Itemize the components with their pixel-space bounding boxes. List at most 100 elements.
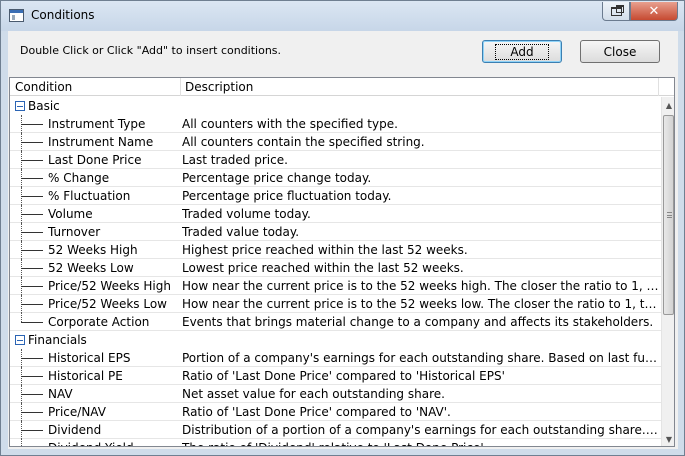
condition-name: Last Done Price: [48, 153, 142, 167]
condition-row[interactable]: % Change Percentage price change today.: [10, 169, 661, 187]
tree-branch: [21, 196, 43, 197]
scroll-up-arrow-icon[interactable]: ▲: [662, 97, 674, 113]
condition-name: Instrument Name: [48, 135, 154, 149]
condition-description: All counters contain the specified strin…: [182, 135, 425, 149]
condition-description: Distribution of a portion of a company's…: [182, 423, 660, 437]
tree-branch: [21, 214, 43, 215]
column-separator-end: [658, 78, 659, 96]
condition-description: How near the current price is to the 52 …: [182, 297, 660, 311]
condition-row[interactable]: Instrument Name All counters contain the …: [10, 133, 661, 151]
condition-description: Ratio of 'Last Done Price' compared to '…: [182, 369, 505, 383]
condition-row[interactable]: Price/NAV Ratio of 'Last Done Price' comp…: [10, 403, 661, 421]
tree-branch: [21, 412, 43, 413]
tree-branch: [21, 286, 43, 287]
column-separator[interactable]: [180, 78, 181, 96]
list-header: Condition Description: [10, 78, 674, 96]
condition-name: 52 Weeks Low: [48, 261, 134, 275]
condition-row[interactable]: 52 Weeks High Highest price reached withi…: [10, 241, 661, 259]
condition-description: Ratio of 'Last Done Price' compared to '…: [182, 405, 451, 419]
condition-description: Events that brings material change to a …: [182, 315, 654, 329]
condition-name: Price/52 Weeks High: [48, 279, 171, 293]
add-button-label: Add: [495, 43, 549, 60]
title-bar: Conditions ✕: [1, 1, 684, 31]
tree-branch: [21, 250, 43, 251]
conditions-window: Conditions ✕ Double Click or Click "Add"…: [0, 0, 685, 456]
close-icon: ✕: [648, 3, 660, 19]
tree-branch: [21, 394, 43, 395]
tree-branch: [21, 142, 43, 143]
condition-name: Turnover: [48, 225, 101, 239]
condition-name: Price/NAV: [48, 405, 106, 419]
condition-description: Highest price reached within the last 52…: [182, 243, 468, 257]
condition-description: Portion of a company's earnings for each…: [182, 351, 660, 365]
condition-description: Percentage price fluctuation today.: [182, 189, 392, 203]
dialog-client-area: Double Click or Click "Add" to insert co…: [8, 31, 678, 449]
close-button[interactable]: Close: [580, 40, 660, 63]
condition-name: Price/52 Weeks Low: [48, 297, 167, 311]
tree-branch: [21, 304, 43, 305]
tree-branch: [21, 178, 43, 179]
condition-description: Traded volume today.: [182, 207, 311, 221]
condition-name: Volume: [48, 207, 93, 221]
condition-description: Last traded price.: [182, 153, 288, 167]
tree-group-basic[interactable]: Basic: [10, 97, 661, 115]
tree-line: [21, 439, 22, 446]
condition-row[interactable]: Price/52 Weeks High How near the current …: [10, 277, 661, 295]
tree-line: [21, 313, 22, 322]
add-button[interactable]: Add: [482, 40, 562, 63]
condition-row[interactable]: 52 Weeks Low Lowest price reached within …: [10, 259, 661, 277]
condition-name: Corporate Action: [48, 315, 150, 329]
condition-row[interactable]: % Fluctuation Percentage price fluctuatio…: [10, 187, 661, 205]
tree-branch: [21, 124, 43, 125]
condition-description: Lowest price reached within the last 52 …: [182, 261, 464, 275]
condition-row[interactable]: Price/52 Weeks Low How near the current p…: [10, 295, 661, 313]
scrollbar-thumb[interactable]: [663, 115, 674, 315]
tree-branch: [21, 358, 43, 359]
scroll-down-arrow-icon[interactable]: ▼: [662, 431, 674, 446]
condition-name: Historical PE: [48, 369, 123, 383]
condition-row[interactable]: Instrument Type All counters with the spe…: [10, 115, 661, 133]
tree-group-label: Financials: [28, 333, 87, 347]
condition-description: Traded value today.: [182, 225, 300, 239]
condition-row[interactable]: Turnover Traded value today.: [10, 223, 661, 241]
condition-description: Percentage price change today.: [182, 171, 372, 185]
window-title: Conditions: [31, 8, 95, 22]
restore-button[interactable]: [602, 2, 630, 21]
tree-branch: [21, 430, 43, 431]
window-close-button[interactable]: ✕: [630, 2, 678, 21]
condition-row[interactable]: Historical EPS Portion of a company's ear…: [10, 349, 661, 367]
condition-description: The ratio of 'Dividend' relative to 'Las…: [182, 441, 660, 446]
conditions-list[interactable]: Condition Description Basic Instrument Ty…: [9, 77, 675, 447]
collapse-minus-icon[interactable]: [15, 101, 25, 111]
restore-icon: [610, 4, 624, 16]
vertical-scrollbar[interactable]: ▲ ▼: [661, 97, 674, 446]
condition-row[interactable]: Corporate Action Events that brings mater…: [10, 313, 661, 331]
column-header-condition[interactable]: Condition: [15, 80, 72, 94]
condition-row[interactable]: Historical PE Ratio of 'Last Done Price' …: [10, 367, 661, 385]
column-header-description[interactable]: Description: [185, 80, 253, 94]
condition-row[interactable]: Volume Traded volume today.: [10, 205, 661, 223]
condition-row[interactable]: Dividend Distribution of a portion of a c…: [10, 421, 661, 439]
condition-description: All counters with the specified type.: [182, 117, 398, 131]
condition-description: How near the current price is to the 52 …: [182, 279, 660, 293]
condition-name: Historical EPS: [48, 351, 131, 365]
condition-name: Instrument Type: [48, 117, 146, 131]
list-rows: Basic Instrument Type All counters with th…: [10, 97, 661, 446]
condition-row[interactable]: NAV Net asset value for each outstanding …: [10, 385, 661, 403]
tree-branch: [21, 160, 43, 161]
tree-branch: [21, 232, 43, 233]
condition-row[interactable]: Last Done Price Last traded price.: [10, 151, 661, 169]
tree-branch: [21, 376, 43, 377]
condition-row[interactable]: Dividend Yield The ratio of 'Dividend' re…: [10, 439, 661, 446]
scrollbar-grip-icon: [667, 212, 672, 218]
tree-branch: [21, 268, 43, 269]
tree-branch: [21, 322, 43, 323]
condition-description: Net asset value for each outstanding sha…: [182, 387, 445, 401]
tree-group-financials[interactable]: Financials: [10, 331, 661, 349]
instruction-text: Double Click or Click "Add" to insert co…: [20, 44, 282, 57]
condition-name: NAV: [48, 387, 73, 401]
window-app-icon: [9, 9, 24, 22]
collapse-minus-icon[interactable]: [15, 335, 25, 345]
condition-name: 52 Weeks High: [48, 243, 138, 257]
condition-name: % Change: [48, 171, 110, 185]
